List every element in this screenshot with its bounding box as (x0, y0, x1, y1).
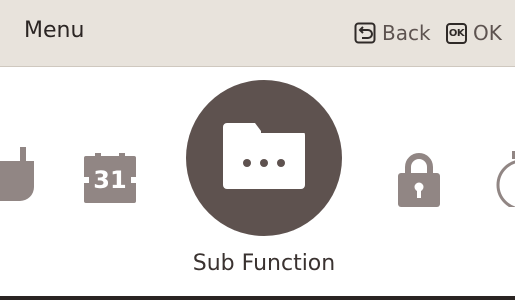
back-icon (354, 22, 376, 44)
page-title: Menu (24, 18, 85, 43)
lock-icon (398, 153, 440, 207)
back-label: Back (382, 21, 431, 45)
folder-icon (223, 123, 305, 189)
carousel-item-lock[interactable] (398, 151, 440, 211)
back-button[interactable]: Back (354, 21, 431, 45)
menu-carousel: 31 Sub Function (0, 67, 515, 300)
ok-button[interactable]: OK OK (446, 21, 502, 45)
carousel-item-right-partial[interactable] (494, 151, 515, 211)
partial-right-icon (496, 151, 515, 210)
selected-item-label: Sub Function (192, 251, 336, 276)
ok-label: OK (473, 21, 502, 45)
menu-screen: Menu Back OK OK 31 Sub Function (0, 0, 515, 300)
header-bar: Menu Back OK OK (0, 0, 515, 67)
bottom-border (0, 296, 515, 300)
ok-icon: OK (446, 22, 467, 44)
